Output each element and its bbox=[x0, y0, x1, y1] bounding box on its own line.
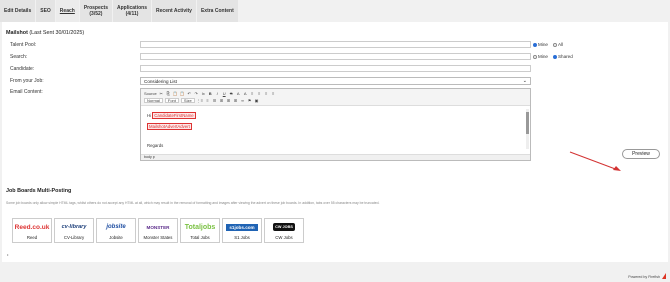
jobsite-logo: jobsite bbox=[106, 224, 126, 230]
from-job-select[interactable]: Considering List ⌄ bbox=[140, 77, 531, 85]
list-bullet: • bbox=[7, 252, 9, 257]
tab-extra-content[interactable]: Extra Content bbox=[196, 0, 239, 22]
scrollbar-thumb[interactable] bbox=[526, 112, 529, 134]
editor-content[interactable]: Hi CandidateFirstName MailshotAdvertAdve… bbox=[141, 106, 530, 154]
cv-library-logo: cv-library bbox=[61, 224, 87, 230]
radio-icon bbox=[552, 42, 557, 47]
tab-recent-activity[interactable]: Recent Activity bbox=[152, 0, 197, 22]
table-icon[interactable]: ⊞ bbox=[219, 98, 224, 103]
candidate-label: Candidate: bbox=[10, 66, 35, 72]
table-icon[interactable]: ⊞ bbox=[233, 98, 238, 103]
radio-selected-icon bbox=[533, 42, 537, 47]
paste-icon[interactable]: 📋 bbox=[173, 91, 178, 96]
redo-icon[interactable]: ↷ bbox=[194, 91, 199, 96]
tab-seo[interactable]: SEO bbox=[36, 0, 56, 22]
tab-bar: Edit Details SEO Reach Prospects (3/52) A… bbox=[0, 0, 239, 22]
board-reed[interactable]: Reed.co.uk Reed bbox=[12, 218, 52, 243]
monster-logo: MONSTER bbox=[146, 224, 170, 230]
indent-icon[interactable]: ☰ bbox=[212, 98, 217, 103]
table-icon[interactable]: ⊞ bbox=[226, 98, 231, 103]
greeting-line: Hi CandidateFirstName bbox=[147, 112, 196, 119]
align-center-icon[interactable]: ≡ bbox=[257, 91, 262, 96]
underline-button[interactable]: U bbox=[222, 91, 227, 96]
last-sent: (Last Sent 30/01/2025) bbox=[29, 30, 85, 36]
mailshot-panel: Mailshot (Last Sent 30/01/2025) Talent P… bbox=[2, 22, 668, 184]
link-icon[interactable]: ∞ bbox=[240, 98, 245, 103]
format-select[interactable]: Normal bbox=[144, 98, 163, 103]
copy-icon[interactable]: ⎘ bbox=[166, 91, 171, 96]
paste-text-icon[interactable]: 📋 bbox=[180, 91, 185, 96]
talent-pool-scope: Mine All bbox=[533, 42, 563, 47]
reed-logo: Reed.co.uk bbox=[14, 223, 50, 231]
search-label: Search: bbox=[10, 54, 28, 60]
align-left-icon[interactable]: ≡ bbox=[250, 91, 255, 96]
board-cwjobs[interactable]: CW JOBS CW Jobs bbox=[264, 218, 304, 243]
editor-toolbar-row-2: Normal Font Size ⋮≡ ≡ ☰ ⊞ ⊞ ⊞ ∞ ⚑ ▣ bbox=[144, 97, 527, 104]
radio-selected-icon bbox=[552, 54, 557, 59]
tab-edit-details[interactable]: Edit Details bbox=[0, 0, 37, 22]
bold-button[interactable]: B bbox=[208, 91, 213, 96]
text-color-button[interactable]: A bbox=[236, 91, 241, 96]
advert-line: MailshotAdvertAdvert bbox=[147, 123, 524, 130]
mailshot-title: Mailshot (Last Sent 30/01/2025) bbox=[6, 30, 85, 36]
search-shared-radio[interactable]: Shared bbox=[552, 54, 573, 59]
tab-prospects[interactable]: Prospects (3/52) bbox=[79, 0, 113, 22]
editor-path-status: body p bbox=[141, 154, 530, 160]
strike-button[interactable]: S bbox=[229, 91, 234, 96]
job-boards-panel: Job Boards Multi-Posting Some job boards… bbox=[2, 184, 668, 262]
board-jobsite[interactable]: jobsite Jobsite bbox=[96, 218, 136, 243]
merge-field-advert: MailshotAdvertAdvert bbox=[147, 123, 192, 130]
talent-pool-input[interactable] bbox=[140, 41, 531, 48]
cut-icon[interactable]: ✂ bbox=[159, 91, 164, 96]
totaljobs-logo: Totaljobs bbox=[184, 223, 216, 231]
signoff-line: Regards bbox=[147, 143, 164, 148]
remove-format-icon[interactable]: Ix bbox=[201, 91, 206, 96]
email-content-label: Email Content: bbox=[10, 89, 43, 95]
justify-icon[interactable]: ≡ bbox=[271, 91, 276, 96]
from-job-label: From your Job: bbox=[10, 78, 44, 84]
board-s1jobs[interactable]: s1jobs.com S1 Jobs bbox=[222, 218, 262, 243]
numbered-list-icon[interactable]: ⋮≡ bbox=[197, 98, 203, 103]
chevron-down-icon: ⌄ bbox=[522, 78, 527, 84]
merge-field-first-name: CandidateFirstName bbox=[152, 112, 196, 119]
size-select[interactable]: Size bbox=[180, 98, 195, 103]
board-cv-library[interactable]: cv-library CV-Library bbox=[54, 218, 94, 243]
search-scope: Mine Shared bbox=[533, 54, 573, 59]
email-editor[interactable]: Source ✂ ⎘ 📋 📋 ↶ ↷ Ix B I U S A A ≡ ≡ ≡ … bbox=[140, 88, 531, 161]
image-icon[interactable]: ▣ bbox=[254, 98, 259, 103]
search-input[interactable] bbox=[140, 53, 531, 60]
talent-pool-all-radio[interactable]: All bbox=[552, 42, 563, 47]
candidate-input[interactable] bbox=[140, 65, 531, 72]
editor-toolbar: Source ✂ ⎘ 📋 📋 ↶ ↷ Ix B I U S A A ≡ ≡ ≡ … bbox=[141, 89, 530, 106]
editor-scrollbar[interactable] bbox=[526, 109, 529, 149]
board-totaljobs[interactable]: Totaljobs Total Jobs bbox=[180, 218, 220, 243]
source-button[interactable]: Source bbox=[144, 91, 157, 96]
s1jobs-logo: s1jobs.com bbox=[223, 219, 261, 235]
italic-button[interactable]: I bbox=[215, 91, 220, 96]
job-boards-title: Job Boards Multi-Posting bbox=[6, 188, 72, 194]
radio-icon bbox=[533, 54, 537, 59]
board-monster[interactable]: MONSTER Monster States bbox=[138, 218, 178, 243]
font-select[interactable]: Font bbox=[164, 98, 179, 103]
talent-pool-mine-radio[interactable]: Mine bbox=[533, 42, 548, 47]
job-boards-list: Reed.co.uk Reed cv-library CV-Library jo… bbox=[12, 218, 304, 243]
tab-reach[interactable]: Reach bbox=[55, 0, 80, 22]
cwjobs-logo: CW JOBS bbox=[273, 223, 295, 231]
editor-toolbar-row-1: Source ✂ ⎘ 📋 📋 ↶ ↷ Ix B I U S A A ≡ ≡ ≡ … bbox=[144, 90, 527, 97]
job-boards-note: Some job boards only allow simple HTML t… bbox=[6, 201, 380, 205]
firefish-logo-icon bbox=[662, 273, 666, 279]
anchor-flag-icon[interactable]: ⚑ bbox=[247, 98, 252, 103]
talent-pool-label: Talent Pool: bbox=[10, 42, 37, 48]
powered-by: Powered by Firefish bbox=[628, 275, 660, 279]
preview-button[interactable]: Preview bbox=[622, 149, 660, 159]
bg-color-button[interactable]: A bbox=[243, 91, 248, 96]
tab-applications[interactable]: Applications (4/11) bbox=[113, 0, 153, 22]
undo-icon[interactable]: ↶ bbox=[187, 91, 192, 96]
align-right-icon[interactable]: ≡ bbox=[264, 91, 269, 96]
red-arrow-annotation bbox=[569, 151, 621, 171]
search-mine-radio[interactable]: Mine bbox=[533, 54, 548, 59]
bulleted-list-icon[interactable]: ≡ bbox=[205, 98, 210, 103]
